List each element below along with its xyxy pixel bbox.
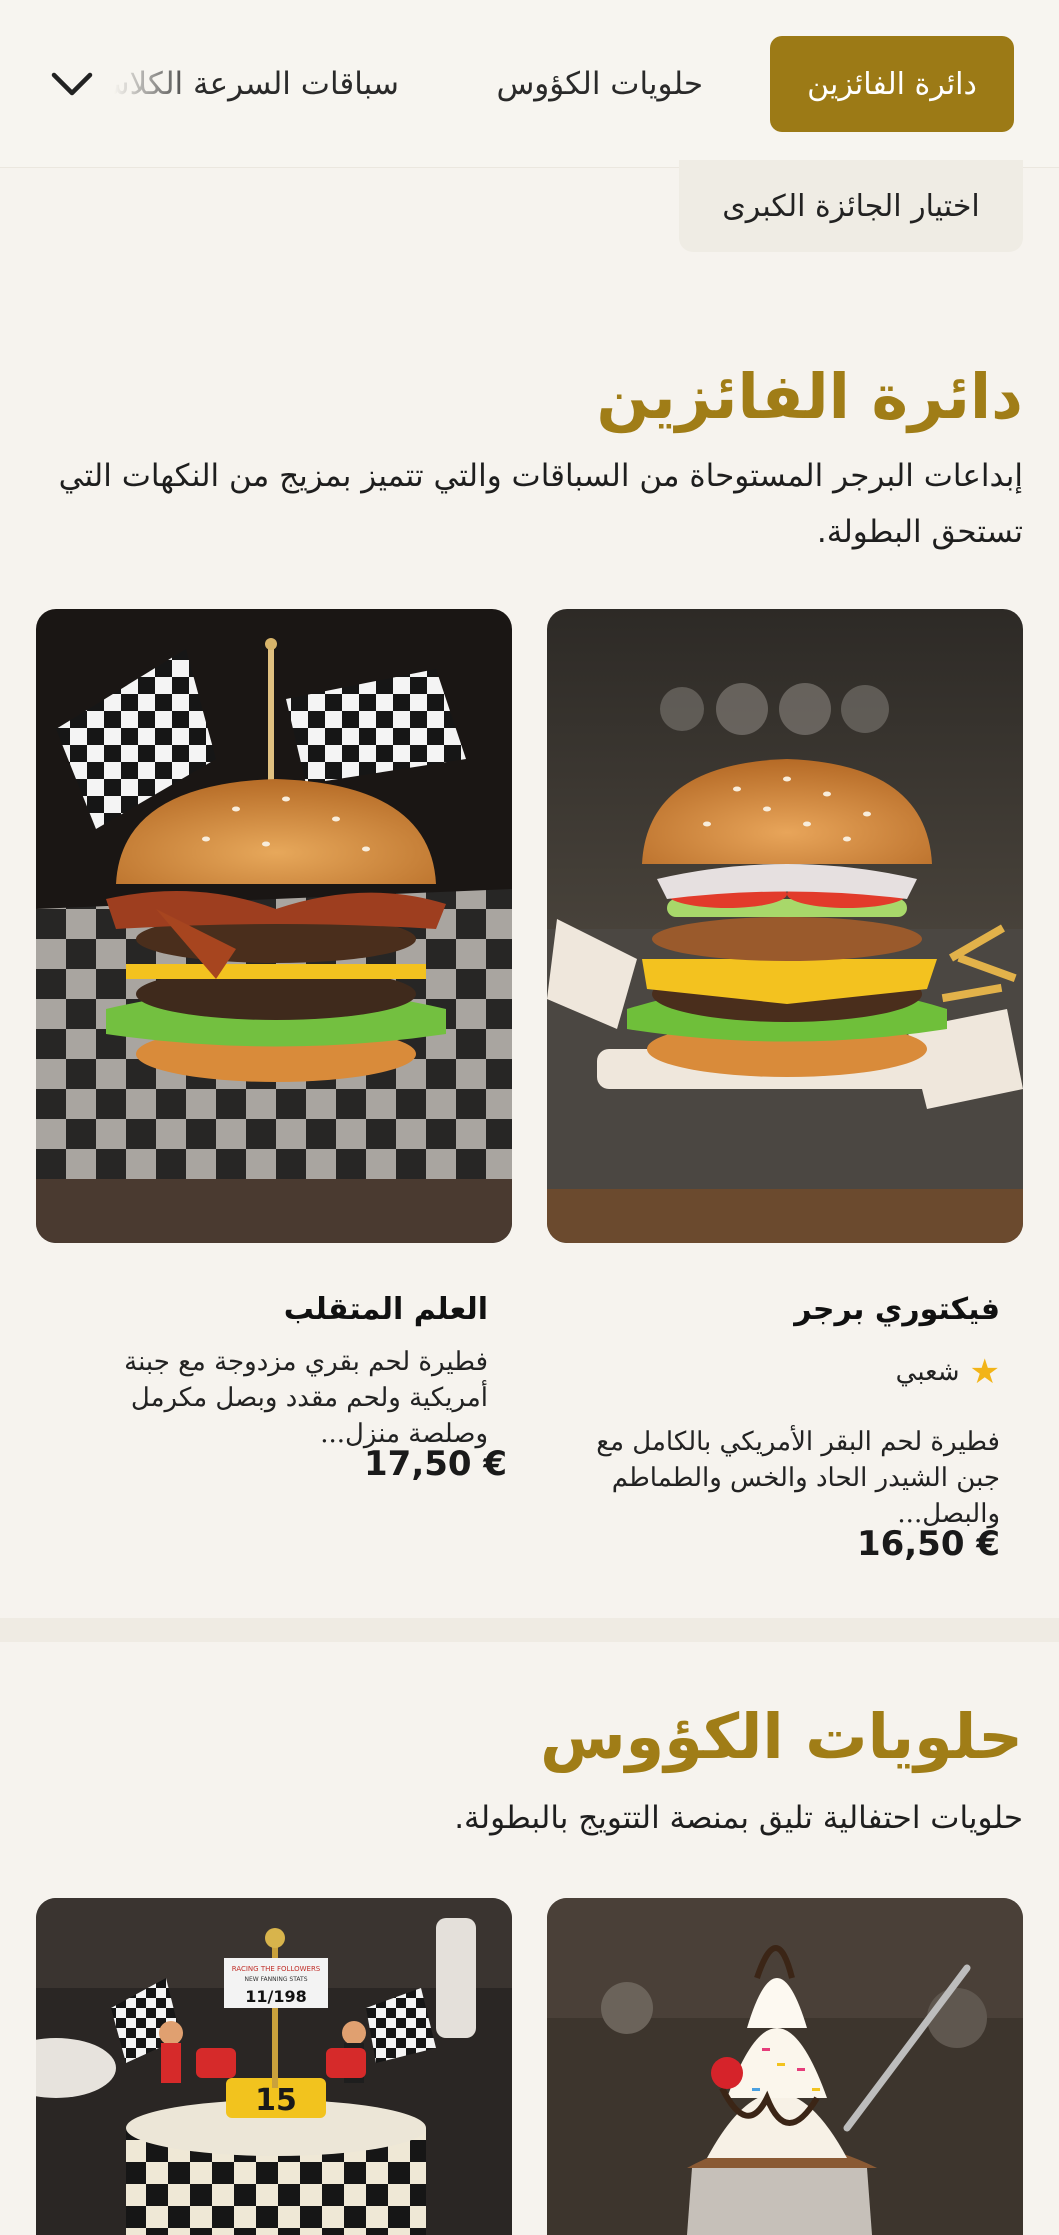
burger-image-victory[interactable] xyxy=(547,609,1023,1243)
nav-tab-winners[interactable]: دائرة الفائزين xyxy=(770,36,1014,132)
cake-topper-number: 15 xyxy=(255,2083,297,2118)
section-description-cups: حلويات احتفالية تليق بمنصة التتويج بالبط… xyxy=(454,1800,1023,1836)
popular-badge: ★ شعبي xyxy=(896,1352,1000,1392)
item-description: فطيرة لحم بقري مزدوجة مع جبنة أمريكية ول… xyxy=(124,1347,488,1449)
star-icon: ★ xyxy=(969,1352,1000,1392)
item-name: فيكتوري برجر xyxy=(794,1292,1000,1327)
item-price: 17,50 € xyxy=(364,1444,508,1484)
section-title-cups: حلويات الكؤوس xyxy=(540,1700,1024,1773)
subtab-grand-prix-selection[interactable]: اختيار الجائزة الكبرى xyxy=(679,160,1023,252)
item-description: فطيرة لحم البقر الأمريكي بالكامل مع جبن … xyxy=(596,1427,1000,1529)
section-description-winners: إبداعات البرجر المستوحاة من السباقات وال… xyxy=(58,458,1023,550)
burger-image-flipping-flag[interactable] xyxy=(36,609,512,1243)
top-nav: دائرة الفائزين حلويات الكؤوس سباقات السر… xyxy=(0,0,1059,168)
item-price: 16,50 € xyxy=(856,1524,1000,1564)
section-title-winners: دائرة الفائزين xyxy=(596,360,1024,433)
trophy-cake-image[interactable]: 15 RACING THE FOLLOWERS NEW FANNING STAT… xyxy=(36,1898,512,2235)
cake-sign-number: 11/198 xyxy=(245,1987,307,2006)
sundae-image[interactable] xyxy=(547,1898,1023,2235)
cake-sign-line1: RACING THE FOLLOWERS xyxy=(232,1965,321,1973)
item-name: العلم المتقلب xyxy=(283,1292,488,1327)
badge-label: شعبي xyxy=(895,1357,960,1387)
chevron-down-icon[interactable] xyxy=(48,62,96,106)
nav-tab-classic-races[interactable]: سباقات السرعة الكلاسيكية xyxy=(114,52,399,116)
section-divider xyxy=(0,1618,1059,1642)
nav-tab-cups-desserts[interactable]: حلويات الكؤوس xyxy=(496,52,703,116)
cake-sign-line2: NEW FANNING STATS xyxy=(244,1976,307,1983)
